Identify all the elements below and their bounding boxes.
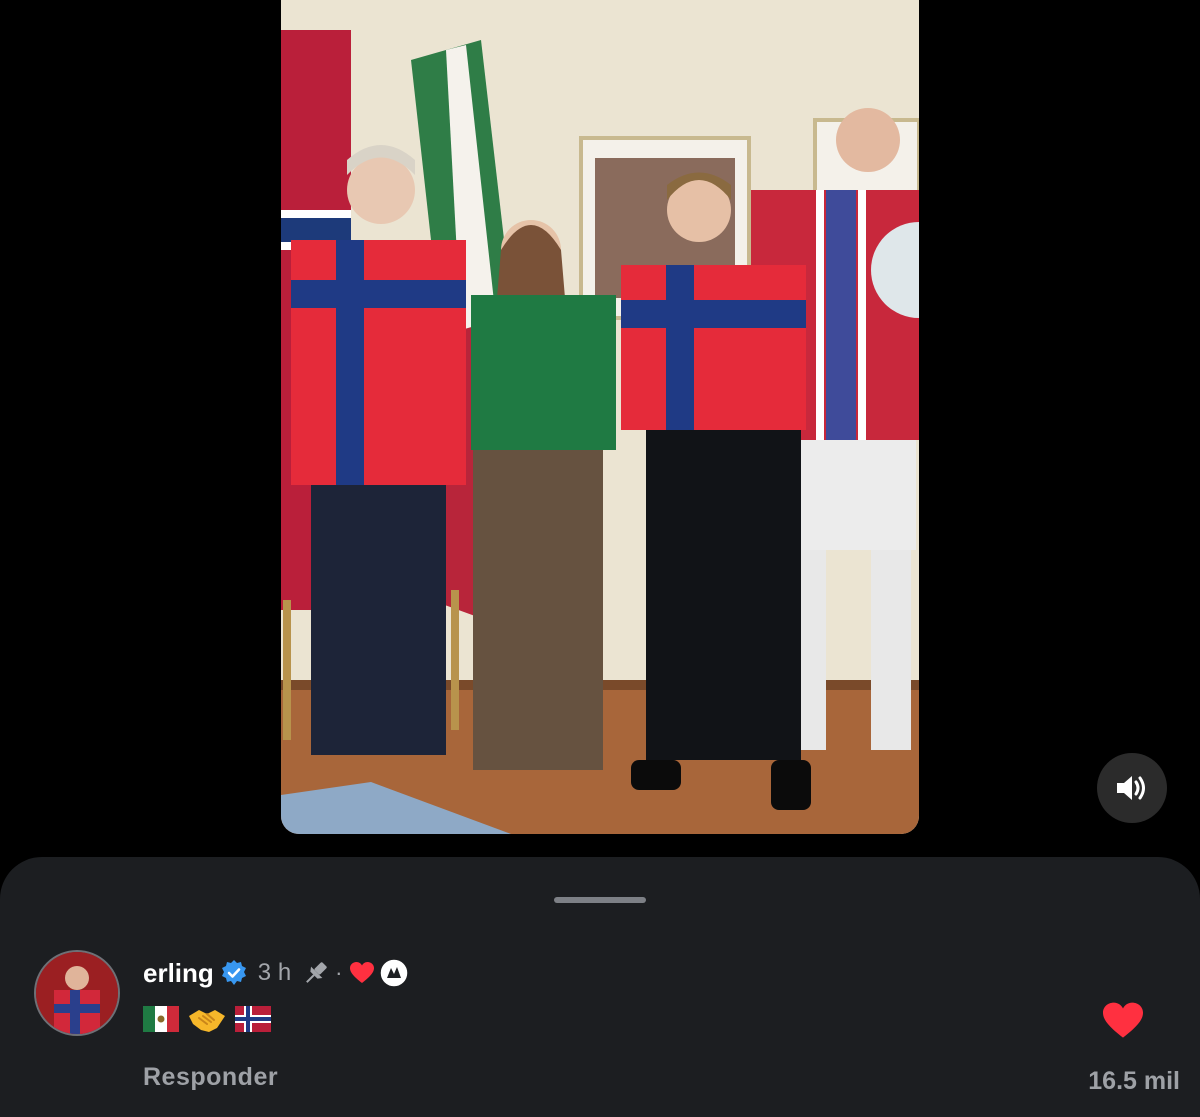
like-count: 16.5 mil	[1088, 1067, 1180, 1095]
speaker-icon	[1117, 776, 1145, 800]
mexico-flag-emoji	[143, 1006, 179, 1032]
comment: erling 3 h · Responder	[143, 953, 993, 1092]
avatar-image	[36, 952, 118, 1034]
handshake-emoji	[187, 1004, 227, 1034]
video-frame-image	[281, 0, 919, 834]
verified-badge-icon	[220, 959, 248, 987]
sheet-drag-handle[interactable]	[554, 897, 646, 903]
comment-like: 16.5 mil	[1060, 997, 1190, 1107]
creator-avatar-icon	[378, 958, 409, 988]
separator-dot: ·	[335, 960, 343, 985]
like-button[interactable]	[1101, 1001, 1145, 1046]
avatar[interactable]	[34, 950, 120, 1036]
sound-toggle-button[interactable]	[1097, 753, 1167, 823]
norway-flag-emoji	[235, 1006, 271, 1032]
comments-sheet: erling 3 h · Responder 16.5 mil	[0, 857, 1200, 1117]
heart-icon	[349, 962, 374, 983]
comment-text	[143, 1003, 993, 1035]
liked-by-creator	[349, 958, 409, 988]
reply-button[interactable]: Responder	[143, 1063, 278, 1092]
comment-header: erling 3 h ·	[143, 953, 993, 993]
video-player[interactable]	[281, 0, 919, 834]
comment-username[interactable]: erling	[143, 958, 214, 989]
comment-time: 3 h	[257, 959, 292, 986]
pin-icon	[301, 958, 331, 988]
heart-icon	[1103, 1002, 1143, 1038]
